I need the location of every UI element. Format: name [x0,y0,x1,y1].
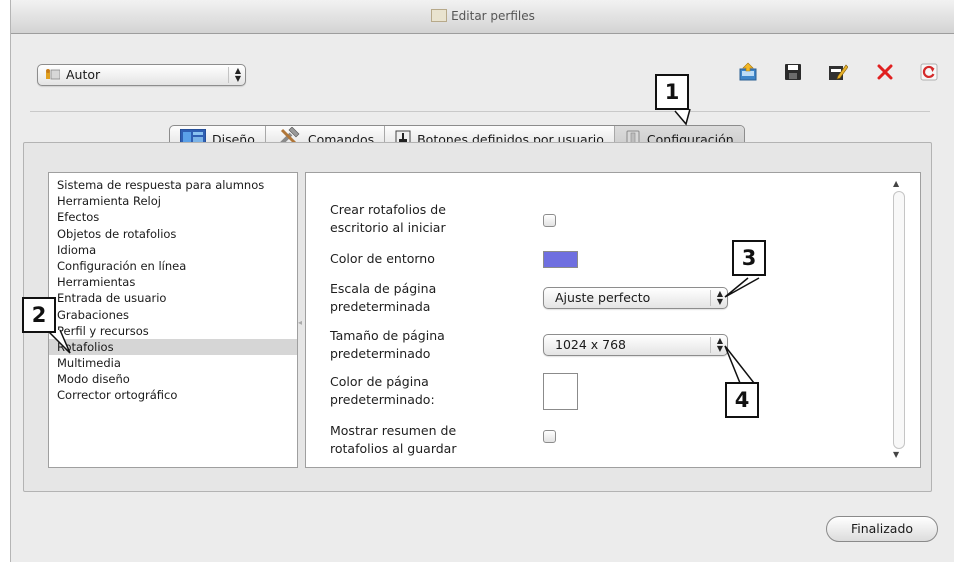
escala-select-value: Ajuste perfecto [555,290,651,305]
updown-arrows-icon: ▲ ▼ [228,67,241,83]
upload-profile-icon[interactable] [738,62,758,82]
title-bar[interactable]: Editar perfiles [11,0,954,34]
list-item[interactable]: Modo diseño [49,371,297,387]
callout-2: 2 [22,297,56,333]
crear-rotafolios-checkbox[interactable] [543,214,556,227]
split-handle[interactable]: ◂ [298,318,302,327]
list-item[interactable]: Grabaciones [49,307,297,323]
callout-3: 3 [732,240,766,276]
list-item[interactable]: Configuración en línea [49,258,297,274]
list-item[interactable]: Sistema de respuesta para alumnos [49,177,297,193]
updown-arrows-icon: ▲ ▼ [710,290,723,306]
mostrar-resumen-label: Mostrar resumen de rotafolios al guardar [330,423,457,456]
vertical-scrollbar[interactable]: ▲ ▼ [890,177,906,461]
list-item[interactable]: Corrector ortográfico [49,387,297,403]
list-item[interactable]: Herramientas [49,274,297,290]
tamano-select-value: 1024 x 768 [555,337,627,352]
refresh-icon[interactable] [919,62,939,82]
list-item[interactable]: Perfil y recursos [49,323,297,339]
updown-arrows-icon: ▲ ▼ [710,337,723,353]
toolbar-divider [30,111,930,112]
color-pagina-swatch[interactable] [543,373,578,410]
color-entorno-label: Color de entorno [330,251,435,266]
list-item[interactable]: Efectos [49,209,297,225]
list-item-selected[interactable]: Rotafolios [49,338,297,356]
list-item[interactable]: Herramienta Reloj [49,193,297,209]
window-title: Editar perfiles [11,9,954,23]
crear-rotafolios-label: Crear rotafolios de escritorio al inicia… [330,202,446,235]
scroll-track[interactable] [893,191,905,449]
color-pagina-label: Color de página predeterminado: [330,374,435,407]
list-item[interactable]: Idioma [49,242,297,258]
save-icon[interactable] [783,62,803,82]
escala-label: Escala de página predeterminada [330,281,437,314]
window-title-text: Editar perfiles [451,9,535,23]
profile-select[interactable]: Autor ▲ ▼ [37,64,246,86]
list-item[interactable]: Multimedia [49,355,297,371]
edit-icon[interactable] [828,62,849,82]
scroll-down-icon[interactable]: ▼ [893,450,899,459]
escala-select[interactable]: Ajuste perfecto ▲ ▼ [543,287,728,309]
category-list: Sistema de respuesta para alumnos Herram… [48,172,298,468]
delete-icon[interactable] [875,62,895,82]
edit-profiles-icon [431,9,448,22]
list-item[interactable]: Entrada de usuario [49,290,297,306]
color-entorno-swatch[interactable] [543,251,578,268]
mostrar-resumen-checkbox[interactable] [543,430,556,443]
list-item[interactable]: Objetos de rotafolios [49,226,297,242]
callout-1: 1 [655,74,689,110]
tamano-select[interactable]: 1024 x 768 ▲ ▼ [543,334,728,356]
scroll-up-icon[interactable]: ▲ [893,179,899,188]
finalizado-button[interactable]: Finalizado [826,516,938,542]
profile-select-value: Autor [66,67,101,82]
profile-icon [46,69,61,80]
callout-4: 4 [725,382,759,418]
tamano-label: Tamaño de página predeterminado [330,328,445,361]
